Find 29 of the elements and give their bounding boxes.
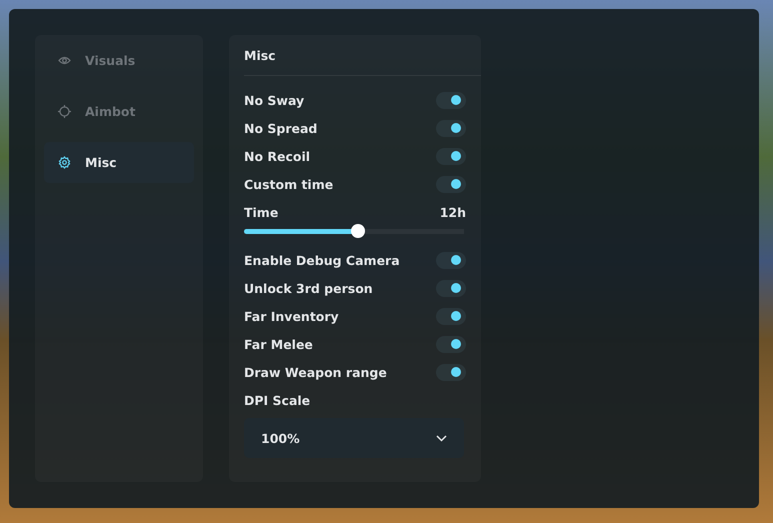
setting-label: DPI Scale bbox=[244, 392, 310, 408]
toggle-switch[interactable] bbox=[436, 176, 466, 192]
toggle-switch[interactable] bbox=[436, 120, 466, 136]
dpi-scale-dropdown[interactable]: 100% bbox=[244, 418, 464, 458]
slider-reading: 12h bbox=[440, 204, 466, 220]
toggle-switch[interactable] bbox=[436, 92, 466, 108]
toggle-switch[interactable] bbox=[436, 364, 466, 380]
setting-label: Unlock 3rd person bbox=[244, 280, 373, 296]
setting-label: Time bbox=[244, 204, 278, 220]
setting-label: Custom time bbox=[244, 176, 334, 192]
setting-label: No Sway bbox=[244, 92, 304, 108]
panel-title: Misc bbox=[244, 48, 276, 62]
crosshair-icon bbox=[58, 105, 71, 118]
toggle-switch[interactable] bbox=[436, 308, 466, 324]
settings-icon bbox=[58, 156, 71, 169]
setting-label: No Recoil bbox=[244, 148, 310, 164]
toggle-switch[interactable] bbox=[436, 148, 466, 164]
setting-label: Draw Weapon range bbox=[244, 364, 387, 380]
setting-label: Far Melee bbox=[244, 336, 313, 352]
setting-label: No Spread bbox=[244, 120, 318, 136]
toggle-switch[interactable] bbox=[436, 280, 466, 296]
slider-thumb[interactable] bbox=[351, 224, 366, 238]
setting-label: Far Inventory bbox=[244, 308, 339, 324]
toggle-switch[interactable] bbox=[436, 252, 466, 268]
toggle-switch[interactable] bbox=[436, 336, 466, 352]
eye-icon bbox=[58, 56, 71, 65]
sidebar-tab[interactable]: Misc bbox=[44, 142, 194, 183]
chevron-down-icon bbox=[436, 434, 447, 442]
setting-label: Enable Debug Camera bbox=[244, 252, 400, 268]
